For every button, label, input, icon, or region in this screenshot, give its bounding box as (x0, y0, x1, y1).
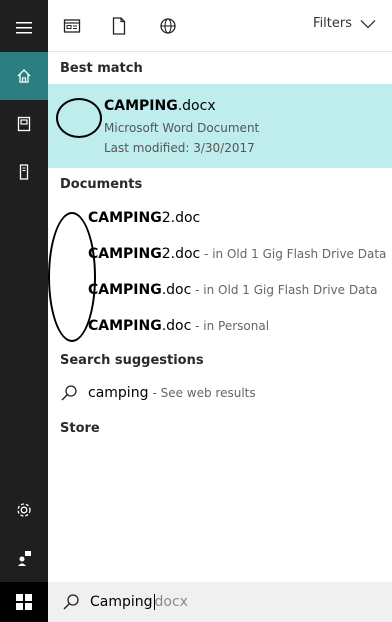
search-input-text[interactable]: Camping (90, 594, 153, 610)
filters-dropdown[interactable]: Filters (313, 16, 376, 31)
document-result[interactable]: CAMPING2.doc - in Old 1 Gig Flash Drive … (88, 246, 386, 262)
feedback-icon (18, 551, 31, 566)
filter-toolbar: Filters (48, 0, 392, 52)
web-suggestion[interactable]: camping - See web results (60, 384, 256, 402)
home-button[interactable] (0, 52, 48, 100)
settings-button[interactable] (0, 486, 48, 534)
best-match-modified: Last modified: 3/30/2017 (104, 141, 255, 155)
search-icon (62, 593, 80, 611)
start-button[interactable] (0, 582, 48, 622)
best-match-header: Best match (60, 61, 143, 76)
feedback-button[interactable] (0, 534, 48, 582)
search-icon (61, 385, 77, 401)
document-icon (112, 17, 126, 35)
home-icon (17, 69, 31, 83)
notebook-icon (17, 116, 31, 132)
search-suggestions-header: Search suggestions (60, 353, 204, 368)
results-panel: Best match CAMPING.docx Microsoft Word D… (48, 52, 392, 582)
left-rail (0, 0, 48, 622)
devices-button[interactable] (0, 148, 48, 196)
search-autocomplete: docx (154, 594, 188, 610)
globe-icon (160, 18, 176, 34)
hamburger-icon (16, 22, 32, 34)
documents-filter-button[interactable] (105, 12, 133, 40)
search-box[interactable]: Camping docx (48, 582, 392, 622)
best-match-result[interactable]: CAMPING.docx Microsoft Word Document Las… (48, 84, 392, 168)
best-match-title: CAMPING.docx (104, 98, 216, 114)
filters-label: Filters (313, 16, 352, 31)
gear-icon (17, 503, 31, 517)
apps-filter-button[interactable] (58, 12, 86, 40)
tower-icon (19, 164, 29, 180)
suggestion-hint: - See web results (152, 386, 256, 400)
web-filter-button[interactable] (154, 12, 182, 40)
document-result[interactable]: CAMPING.doc - in Old 1 Gig Flash Drive D… (88, 282, 378, 298)
document-result[interactable]: CAMPING.doc - in Personal (88, 318, 269, 334)
menu-button[interactable] (0, 4, 48, 52)
suggestion-query: camping (88, 385, 149, 401)
best-match-type: Microsoft Word Document (104, 121, 260, 135)
notebook-button[interactable] (0, 100, 48, 148)
documents-header: Documents (60, 177, 143, 192)
annotation-circle (56, 98, 102, 138)
store-header: Store (60, 421, 100, 436)
chevron-down-icon (360, 19, 376, 28)
windows-logo-icon (16, 594, 32, 610)
document-result[interactable]: CAMPING2.doc (88, 210, 200, 226)
apps-icon (63, 19, 81, 33)
